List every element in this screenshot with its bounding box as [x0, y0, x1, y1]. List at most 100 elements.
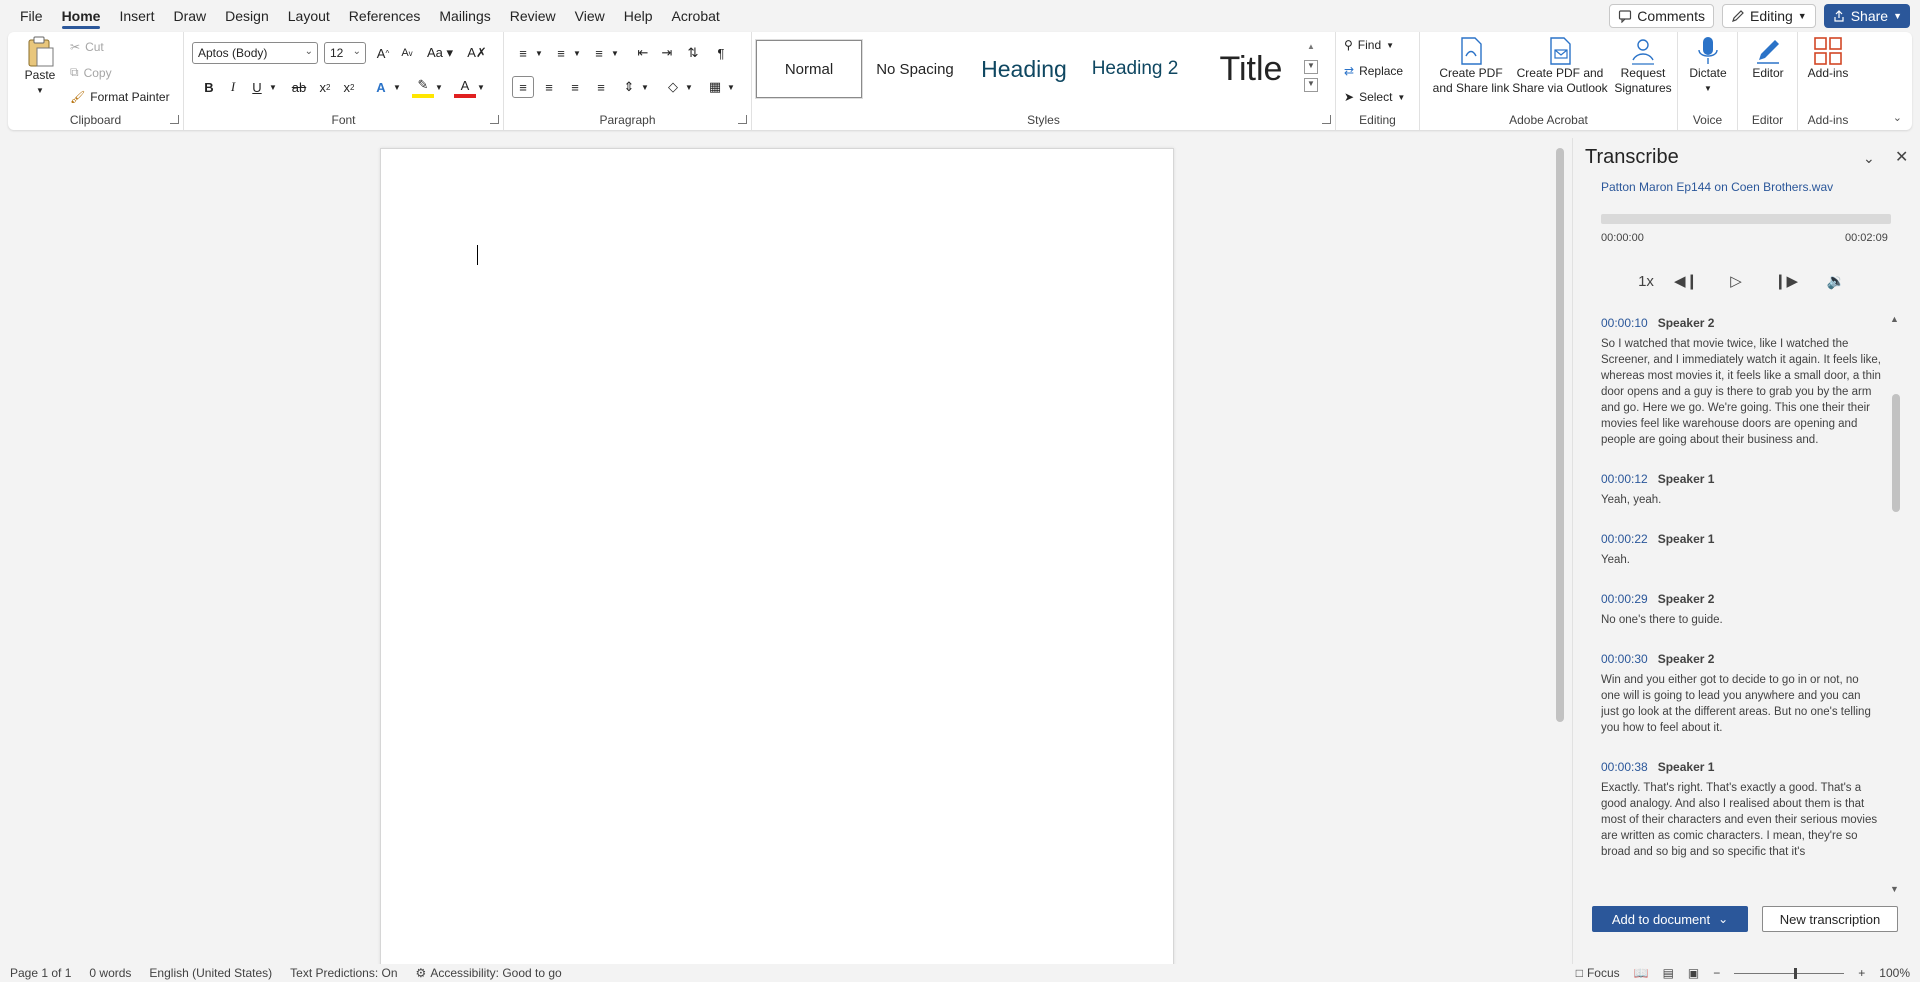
styles-launcher-icon[interactable]: [1322, 115, 1331, 124]
entry-timestamp[interactable]: 00:00:22: [1601, 532, 1648, 546]
style-no-spacing[interactable]: No Spacing: [862, 40, 968, 98]
replace-button[interactable]: ⇄ Replace: [1344, 64, 1403, 78]
shrink-font-icon[interactable]: Av: [396, 42, 418, 64]
chevron-down-icon[interactable]: ▼: [604, 42, 626, 64]
font-size-combo[interactable]: 12 ⌄: [324, 42, 366, 64]
superscript-icon[interactable]: x2: [338, 76, 360, 98]
find-button[interactable]: ⚲ Find ▼: [1344, 38, 1394, 52]
focus-button[interactable]: □ Focus: [1576, 966, 1620, 980]
entry-timestamp[interactable]: 00:00:30: [1601, 652, 1648, 666]
tab-help[interactable]: Help: [624, 0, 653, 32]
accessibility-status[interactable]: ⚙ Accessibility: Good to go: [416, 966, 562, 980]
strikethrough-icon[interactable]: ab: [288, 76, 310, 98]
audio-file-link[interactable]: Patton Maron Ep144 on Coen Brothers.wav: [1601, 180, 1833, 194]
transcript-entry[interactable]: 00:00:38 Speaker 1 Exactly. That's right.…: [1601, 760, 1881, 860]
addins-button[interactable]: Add-ins: [1804, 36, 1852, 81]
tab-insert[interactable]: Insert: [119, 0, 154, 32]
new-transcription-button[interactable]: New transcription: [1762, 906, 1898, 932]
page-count[interactable]: Page 1 of 1: [10, 966, 71, 980]
zoom-in-icon[interactable]: +: [1858, 966, 1865, 980]
align-left-icon[interactable]: ≡: [512, 76, 534, 98]
transcript-list[interactable]: 00:00:10 Speaker 2 So I watched that movi…: [1601, 316, 1881, 888]
align-center-icon[interactable]: ≡: [538, 76, 560, 98]
transcript-entry[interactable]: 00:00:30 Speaker 2 Win and you either got…: [1601, 652, 1881, 736]
chevron-down-icon[interactable]: ▼: [470, 76, 492, 98]
paste-button[interactable]: Paste ▼: [20, 36, 60, 98]
rewind-icon[interactable]: ◀❙: [1671, 268, 1701, 294]
clipboard-launcher-icon[interactable]: [170, 115, 179, 124]
format-painter-button[interactable]: 🖌 Format Painter: [70, 90, 170, 104]
collapse-ribbon-icon[interactable]: ⌄: [1893, 111, 1902, 124]
tab-file[interactable]: File: [20, 0, 43, 32]
style-normal[interactable]: Normal: [755, 39, 863, 99]
text-predictions-status[interactable]: Text Predictions: On: [290, 966, 397, 980]
tab-draw[interactable]: Draw: [173, 0, 206, 32]
tab-mailings[interactable]: Mailings: [439, 0, 490, 32]
add-to-document-button[interactable]: Add to document ⌄: [1592, 906, 1748, 932]
tab-review[interactable]: Review: [510, 0, 556, 32]
font-launcher-icon[interactable]: [490, 115, 499, 124]
clear-formatting-icon[interactable]: A✗: [466, 42, 488, 64]
entry-timestamp[interactable]: 00:00:38: [1601, 760, 1648, 774]
pane-scroll-up-icon[interactable]: ▲: [1890, 314, 1899, 324]
editing-mode-button[interactable]: Editing ▼: [1721, 4, 1816, 28]
justify-icon[interactable]: ≡: [590, 76, 612, 98]
transcript-scrollbar[interactable]: [1892, 394, 1900, 512]
request-signatures-button[interactable]: Request Signatures: [1612, 36, 1674, 96]
create-pdf-outlook-button[interactable]: Create PDF and Share via Outlook: [1512, 36, 1608, 96]
change-case-icon[interactable]: Aa ▾: [424, 42, 456, 64]
select-button[interactable]: ➤ Select ▼: [1344, 90, 1405, 104]
decrease-indent-icon[interactable]: ⇤: [632, 42, 654, 64]
entry-timestamp[interactable]: 00:00:29: [1601, 592, 1648, 606]
print-layout-icon[interactable]: ▤: [1663, 966, 1674, 980]
entry-timestamp[interactable]: 00:00:10: [1601, 316, 1648, 330]
transcript-entry[interactable]: 00:00:29 Speaker 2 No one's there to guid…: [1601, 592, 1881, 628]
sort-icon[interactable]: ⇅: [682, 42, 704, 64]
italic-icon[interactable]: I: [222, 76, 244, 98]
editor-button[interactable]: Editor: [1744, 36, 1792, 81]
zoom-level[interactable]: 100%: [1879, 966, 1910, 980]
entry-timestamp[interactable]: 00:00:12: [1601, 472, 1648, 486]
tab-design[interactable]: Design: [225, 0, 269, 32]
transcript-entry[interactable]: 00:00:10 Speaker 2 So I watched that movi…: [1601, 316, 1881, 448]
chevron-down-icon[interactable]: ▼: [386, 76, 408, 98]
comments-button[interactable]: Comments: [1609, 4, 1714, 28]
chevron-down-icon[interactable]: ▼: [566, 42, 588, 64]
subscript-icon[interactable]: x2: [314, 76, 336, 98]
dictate-button[interactable]: Dictate ▼: [1684, 36, 1732, 96]
document-scrollbar[interactable]: [1556, 148, 1564, 722]
align-right-icon[interactable]: ≡: [564, 76, 586, 98]
tab-acrobat[interactable]: Acrobat: [672, 0, 720, 32]
tab-references[interactable]: References: [349, 0, 421, 32]
cut-button[interactable]: ✂ Cut: [70, 40, 104, 54]
increase-indent-icon[interactable]: ⇥: [656, 42, 678, 64]
forward-icon[interactable]: ❙▶: [1771, 268, 1801, 294]
tab-home[interactable]: Home: [61, 0, 100, 32]
audio-progress-bar[interactable]: [1601, 214, 1891, 224]
language-status[interactable]: English (United States): [149, 966, 272, 980]
chevron-down-icon[interactable]: ▼: [528, 42, 550, 64]
font-name-combo[interactable]: Aptos (Body) ⌄: [192, 42, 318, 64]
read-mode-icon[interactable]: 📖: [1634, 966, 1649, 980]
pane-options-chevron-icon[interactable]: ⌄: [1863, 150, 1875, 167]
styles-scroll-down-icon[interactable]: ▼: [1304, 60, 1318, 74]
pilcrow-icon[interactable]: ¶: [710, 42, 732, 64]
styles-scroll-up-icon[interactable]: ▲: [1304, 42, 1318, 56]
tab-layout[interactable]: Layout: [288, 0, 330, 32]
web-layout-icon[interactable]: ▣: [1688, 966, 1699, 980]
chevron-down-icon[interactable]: ▼: [634, 76, 656, 98]
bold-icon[interactable]: B: [198, 76, 220, 98]
grow-font-icon[interactable]: A ^: [372, 42, 394, 64]
zoom-slider-thumb[interactable]: [1794, 967, 1798, 979]
zoom-slider[interactable]: [1734, 967, 1845, 979]
style-heading-2[interactable]: Heading 2: [1080, 40, 1190, 98]
volume-icon[interactable]: 🔉: [1821, 268, 1851, 294]
word-count[interactable]: 0 words: [89, 966, 131, 980]
copy-button[interactable]: ⧉ Copy: [70, 65, 112, 80]
styles-more-icon[interactable]: ▼: [1304, 78, 1318, 92]
chevron-down-icon[interactable]: ▼: [428, 76, 450, 98]
zoom-out-icon[interactable]: −: [1713, 966, 1720, 980]
play-icon[interactable]: ▷: [1721, 268, 1751, 294]
pane-scroll-down-icon[interactable]: ▼: [1890, 884, 1899, 894]
chevron-down-icon[interactable]: ▼: [678, 76, 700, 98]
